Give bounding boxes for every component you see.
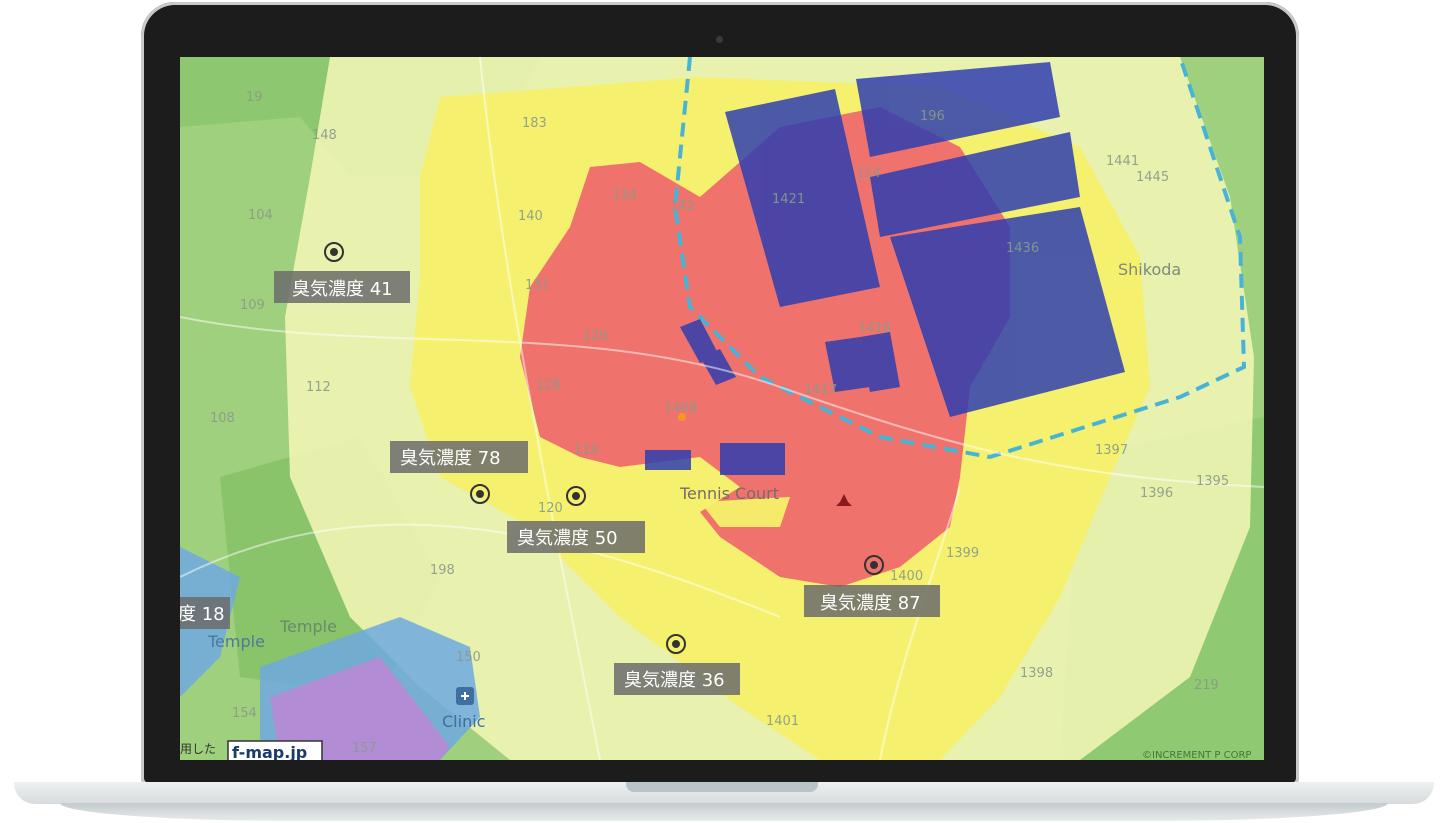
- f-map-logo[interactable]: f-map.jp: [227, 740, 323, 760]
- laptop-base-edge: [60, 803, 1388, 821]
- svg-text:183: 183: [522, 116, 547, 131]
- odor-map-screen[interactable]: Shikoda Tennis Court Temple Temple Clini…: [180, 57, 1264, 760]
- place-label-tennis-court: Tennis Court: [679, 484, 779, 503]
- svg-text:198: 198: [430, 563, 455, 578]
- svg-text:1397: 1397: [1095, 443, 1128, 458]
- place-label-temple: Temple: [207, 632, 265, 651]
- svg-text:112: 112: [306, 380, 331, 395]
- svg-text:128: 128: [536, 378, 561, 393]
- svg-text:140: 140: [518, 209, 543, 224]
- sensor-label[interactable]: 臭気濃度 50: [507, 521, 645, 553]
- svg-text:124: 124: [856, 166, 881, 181]
- sensor-label-text: 度 18: [180, 604, 225, 625]
- laptop-notch: [626, 782, 818, 792]
- svg-text:148: 148: [312, 128, 337, 143]
- place-label-temple: Temple: [279, 617, 337, 636]
- place-label-clinic: Clinic: [442, 712, 485, 731]
- svg-text:157: 157: [352, 741, 377, 756]
- copyright-text: ©INCREMENT P CORP: [1142, 750, 1251, 760]
- sensor-label[interactable]: 度 18: [180, 597, 230, 629]
- svg-text:154: 154: [232, 706, 257, 721]
- f-map-logo-text: f-map.jp: [232, 743, 307, 760]
- svg-text:142: 142: [670, 199, 695, 214]
- svg-text:134: 134: [612, 188, 637, 203]
- clinic-icon: [456, 687, 474, 705]
- svg-text:109: 109: [240, 298, 265, 313]
- svg-text:129: 129: [583, 329, 608, 344]
- svg-text:1401: 1401: [766, 714, 799, 729]
- svg-text:150: 150: [456, 650, 481, 665]
- svg-text:1417: 1417: [804, 383, 837, 398]
- sensor-label-text: 臭気濃度 78: [400, 448, 501, 469]
- svg-text:1395: 1395: [1196, 474, 1229, 489]
- sensor-label[interactable]: 臭気濃度 41: [274, 271, 410, 303]
- sensor-label-text: 臭気濃度 87: [820, 593, 921, 614]
- svg-text:1421: 1421: [772, 192, 805, 207]
- svg-text:1441: 1441: [1106, 154, 1139, 169]
- odor-map[interactable]: Shikoda Tennis Court Temple Temple Clini…: [180, 57, 1264, 760]
- svg-text:1396: 1396: [1140, 486, 1173, 501]
- svg-text:1400: 1400: [890, 569, 923, 584]
- sensor-label[interactable]: 臭気濃度 87: [804, 585, 940, 617]
- svg-text:1416: 1416: [858, 321, 891, 336]
- svg-text:131: 131: [525, 278, 550, 293]
- sensor-label[interactable]: 臭気濃度 36: [614, 663, 740, 695]
- svg-text:104: 104: [248, 208, 273, 223]
- svg-text:19: 19: [246, 90, 263, 105]
- svg-text:119: 119: [574, 443, 599, 458]
- svg-text:1398: 1398: [1020, 666, 1053, 681]
- sensor-label-text: 臭気濃度 41: [292, 279, 393, 300]
- sensor-label-text: 臭気濃度 50: [517, 528, 618, 549]
- attribution-clipped-text: 用した: [180, 742, 216, 756]
- place-label-shikoda: Shikoda: [1118, 260, 1181, 279]
- sensor-label-text: 臭気濃度 36: [624, 670, 725, 691]
- svg-text:196: 196: [920, 109, 945, 124]
- svg-text:1445: 1445: [1136, 170, 1169, 185]
- location-dot-icon: [678, 413, 686, 421]
- svg-text:1399: 1399: [946, 546, 979, 561]
- svg-text:108: 108: [210, 411, 235, 426]
- svg-text:120: 120: [538, 501, 563, 516]
- svg-text:219: 219: [1194, 678, 1219, 693]
- webcam-icon: [716, 36, 723, 43]
- svg-text:1436: 1436: [1006, 241, 1039, 256]
- sensor-label[interactable]: 臭気濃度 78: [390, 441, 528, 473]
